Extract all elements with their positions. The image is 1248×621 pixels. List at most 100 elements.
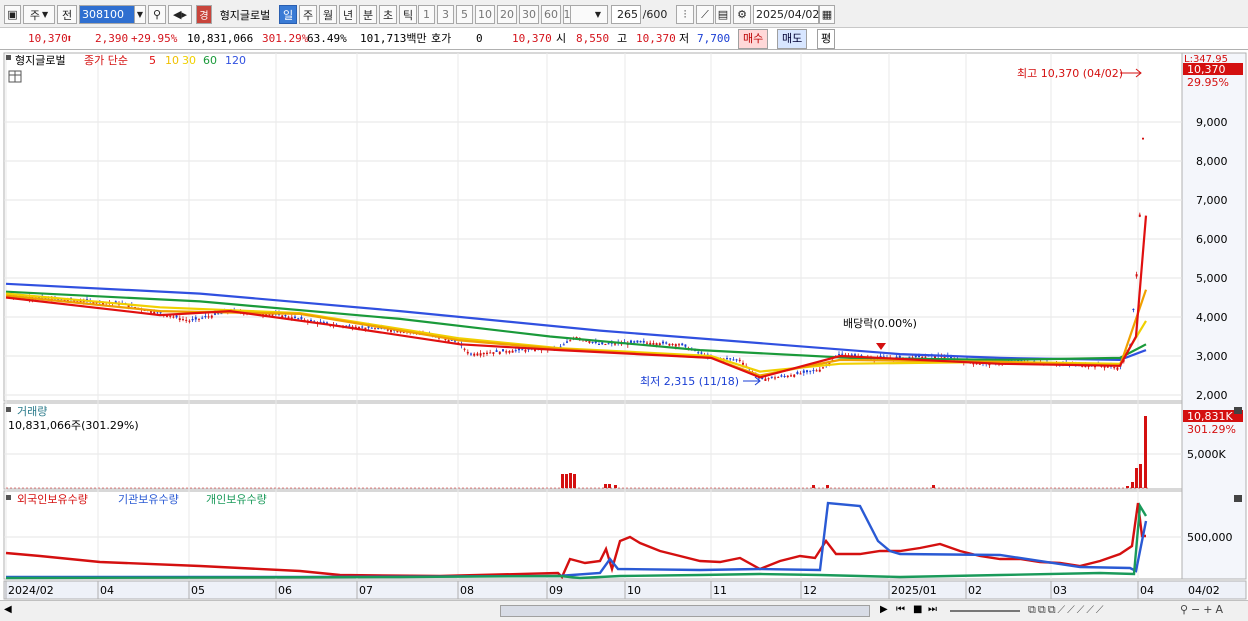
volume-bar: [565, 474, 568, 488]
legend-ma-5: 5: [149, 54, 156, 67]
candle-body: [767, 378, 770, 380]
trade-amount: 101,713백만: [360, 32, 427, 45]
fast-forward-icon[interactable]: ⏭: [928, 604, 937, 615]
volume-bar: [561, 474, 564, 488]
candle-body: [802, 370, 805, 373]
x-axis-label: 04: [1140, 584, 1154, 597]
volume-bar: [826, 485, 829, 488]
x-axis-label: 12: [803, 584, 817, 597]
stop-icon[interactable]: ■: [913, 604, 922, 615]
rewind-icon[interactable]: ⏮: [896, 604, 905, 615]
candle-body: [742, 362, 744, 365]
candle-body: [642, 340, 645, 343]
candle-body: [735, 359, 738, 361]
candle-body: [204, 315, 207, 318]
candle-body: [194, 317, 197, 320]
save-icon[interactable]: ▤: [715, 5, 731, 24]
tab-period-5[interactable]: 초: [379, 5, 397, 24]
stock-code-input[interactable]: 308100: [79, 5, 135, 24]
legend-ma-type: 종가 단순: [84, 54, 128, 67]
candle-body: [764, 378, 767, 381]
sell-button[interactable]: 매도: [777, 29, 808, 49]
code-dropdown-icon[interactable]: ▼: [134, 5, 146, 24]
legend-ma-10: 10: [165, 54, 179, 67]
candle-body: [812, 370, 815, 372]
tick-option-0[interactable]: 1: [418, 5, 435, 24]
tick-option-5[interactable]: 30: [519, 5, 539, 24]
candle-body: [348, 325, 351, 327]
buy-button[interactable]: 매수: [738, 29, 769, 49]
zoom-slider[interactable]: [950, 610, 1020, 612]
volume-bar: [1131, 482, 1134, 488]
candle-body: [809, 370, 812, 372]
chart-tools-icons[interactable]: ⧉⧉⧉⟋⟋⟋⟋⟋: [1028, 603, 1106, 617]
candle-body: [479, 353, 482, 356]
stock-chart[interactable]: 형지글로벌 종가 단순 5 10 30 60 120 최고 10,370 (04/02)…: [0, 51, 1248, 600]
candle-body: [646, 342, 648, 344]
candle-body: [943, 356, 946, 359]
tick-dropdown[interactable]: ▼: [570, 5, 608, 24]
close-icon[interactable]: [1234, 495, 1242, 502]
candle-body: [159, 312, 162, 314]
candle-body: [498, 351, 501, 354]
open-value: 8,550: [576, 32, 610, 45]
quote-value: 0: [476, 32, 483, 45]
volume-title: 거래량: [17, 405, 47, 418]
tab-period-1[interactable]: 주: [299, 5, 317, 24]
tab-period-0[interactable]: 일: [279, 5, 297, 24]
tab-period-2[interactable]: 월: [319, 5, 337, 24]
bottom-scrollbar[interactable]: ◀ ▶ ⏮ ■ ⏭ ⧉⧉⧉⟋⟋⟋⟋⟋ ⚲−+A: [0, 600, 1248, 621]
draw-line-icon[interactable]: ⟋: [696, 5, 714, 24]
search-icon[interactable]: ⚲: [148, 5, 166, 24]
candle-body: [294, 316, 296, 318]
candle-body: [665, 342, 668, 344]
volume-value-text: 10,831,066주(301.29%): [8, 419, 139, 432]
scroll-right-icon[interactable]: ▶: [880, 604, 888, 615]
tab-period-3[interactable]: 년: [339, 5, 357, 24]
candle-body: [1116, 367, 1119, 370]
candle-body: [598, 343, 600, 345]
current-price: 10,370: [28, 32, 68, 45]
count-input[interactable]: 265: [611, 5, 641, 24]
chart-area[interactable]: 형지글로벌 종가 단순 5 10 30 60 120 최고 10,370 (04/02)…: [0, 51, 1248, 621]
zoom-controls-icons[interactable]: ⚲−+A: [1180, 603, 1226, 616]
calendar-icon[interactable]: ▦: [819, 5, 835, 24]
candle-body: [297, 318, 300, 320]
price-y-tick: 7,000: [1196, 194, 1228, 207]
price-y-tick: 6,000: [1196, 233, 1228, 246]
date-input[interactable]: 2025/04/02: [753, 5, 819, 24]
scroll-thumb[interactable]: [500, 605, 870, 617]
volume-bar: [614, 485, 617, 488]
candle-body: [463, 348, 466, 350]
tick-option-3[interactable]: 10: [475, 5, 495, 24]
candle-body: [524, 349, 527, 352]
x-axis-label: 06: [278, 584, 292, 597]
speaker-icon[interactable]: ◀▸: [168, 5, 192, 24]
tick-option-1[interactable]: 3: [437, 5, 454, 24]
dividend-annotation: 배당락(0.00%): [843, 317, 917, 330]
candle-body: [774, 377, 776, 379]
candle-body: [271, 314, 274, 316]
warning-badge: 경: [196, 5, 212, 24]
x-axis-label: 03: [1053, 584, 1067, 597]
tick-option-6[interactable]: 60: [541, 5, 561, 24]
average-button[interactable]: 평: [817, 29, 836, 49]
close-icon[interactable]: [1234, 407, 1242, 414]
candle-body: [486, 352, 488, 354]
tick-option-2[interactable]: 5: [456, 5, 473, 24]
legend-holdings-2: 개인보유수량: [206, 493, 267, 506]
window-icon[interactable]: ▣: [4, 5, 21, 24]
candle-icon[interactable]: ⫶: [676, 5, 694, 24]
gear-icon[interactable]: ⚙: [733, 5, 751, 24]
candle-body: [793, 374, 796, 377]
candle-body: [681, 343, 684, 346]
prev-button[interactable]: 전: [57, 5, 77, 24]
period-select[interactable]: 주 ▼: [23, 5, 55, 24]
x-axis-label: 11: [713, 584, 727, 597]
x-axis-label: 08: [460, 584, 474, 597]
tick-option-4[interactable]: 20: [497, 5, 517, 24]
scroll-left-icon[interactable]: ◀: [4, 604, 12, 615]
price-change-pct: +29.95%: [131, 32, 178, 45]
tab-period-6[interactable]: 틱: [399, 5, 417, 24]
tab-period-4[interactable]: 분: [359, 5, 377, 24]
